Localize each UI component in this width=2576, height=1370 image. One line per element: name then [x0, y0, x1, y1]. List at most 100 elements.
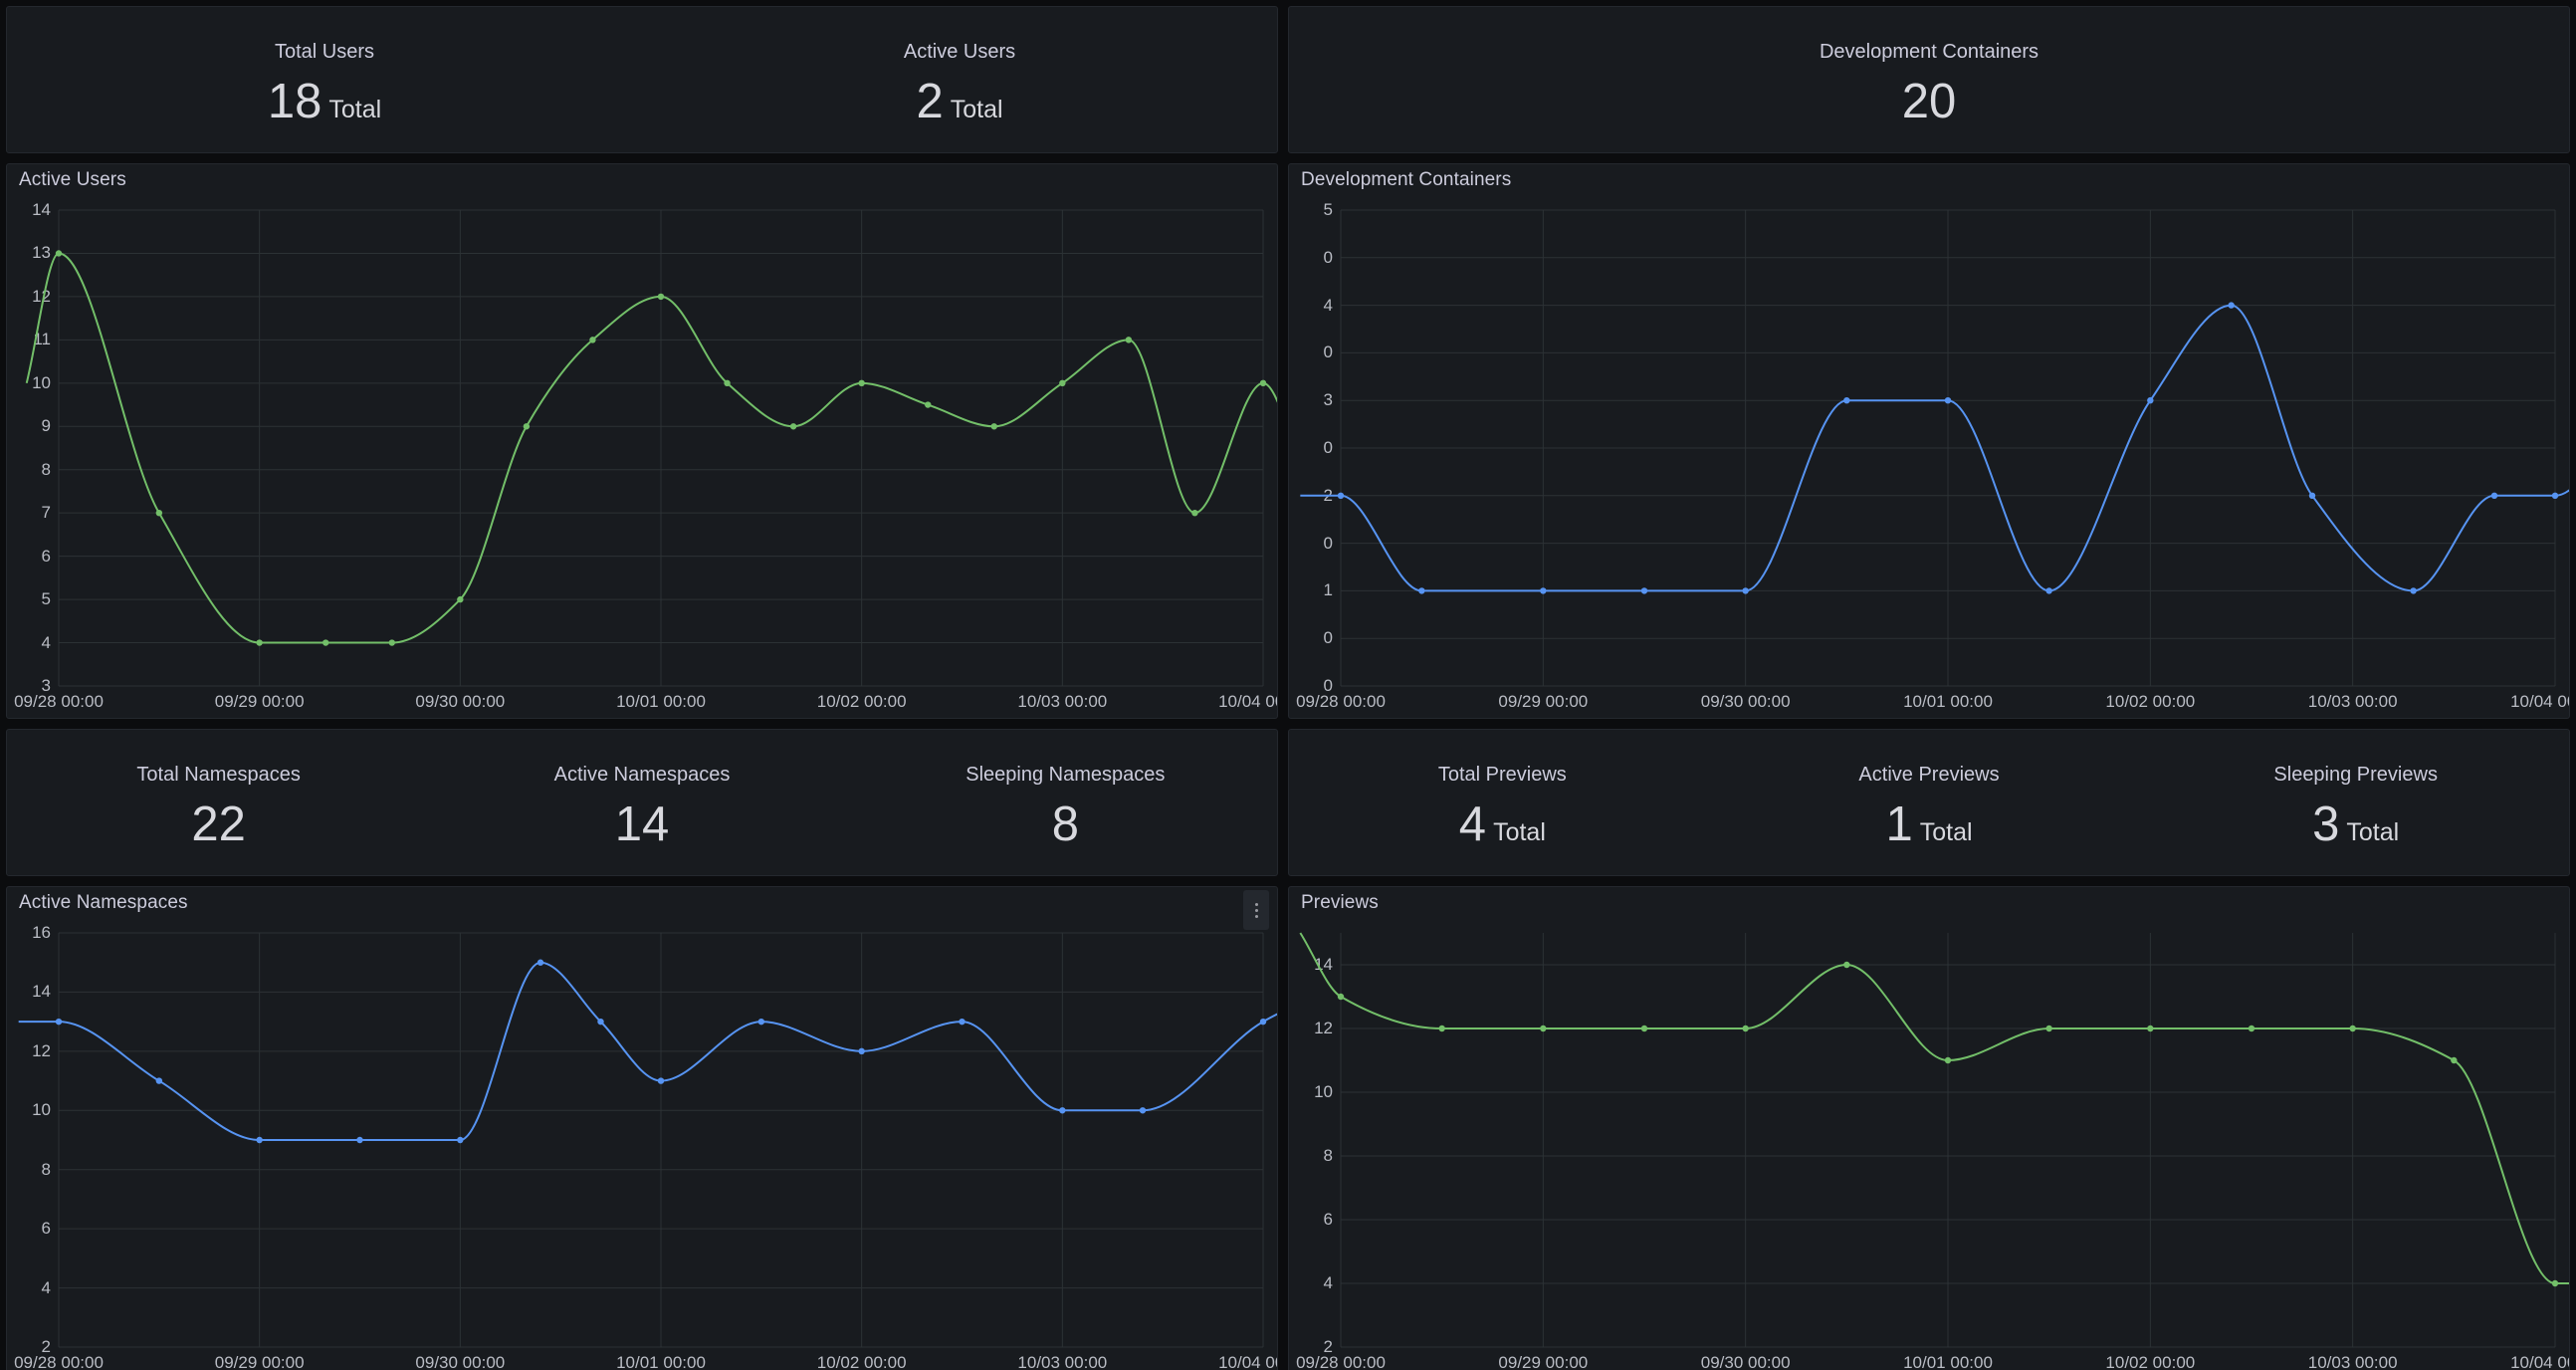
stat-cell[interactable]: Sleeping Namespaces 8: [854, 730, 1277, 875]
chart-body[interactable]: 5 0 4 0 3 0 2 0 1 0 0 09/28 00:00 09/29 00:00 09/30 0…: [1289, 196, 2569, 716]
data-point[interactable]: [1191, 509, 1198, 517]
x-axis-tick: 10/03 00:00: [1017, 692, 1108, 711]
data-point[interactable]: [2308, 492, 2316, 499]
chart-body[interactable]: 14 13 12 11 10 9 8 7 6 5 4 3 09/28 00:00 09/29 00:00 0…: [7, 196, 1277, 716]
stat-cell[interactable]: Active Users 2 Total: [642, 7, 1277, 152]
data-point[interactable]: [1540, 1025, 1547, 1032]
data-point[interactable]: [858, 1047, 865, 1055]
data-point[interactable]: [2551, 492, 2559, 499]
data-point[interactable]: [1139, 1107, 1147, 1114]
data-point[interactable]: [1843, 961, 1850, 969]
stat-label: Sleeping Namespaces: [966, 764, 1166, 786]
data-point[interactable]: [2410, 587, 2417, 594]
stat-cell[interactable]: Active Namespaces 14: [430, 730, 853, 875]
panel-title: Active Users: [19, 169, 126, 190]
data-point[interactable]: [256, 639, 263, 646]
data-point[interactable]: [55, 1018, 63, 1026]
chart-body[interactable]: 14 12 10 8 6 4 2 09/28 00:00 09/29 00:00 09/30 00…: [1289, 919, 2569, 1370]
data-point[interactable]: [55, 250, 63, 257]
data-point[interactable]: [858, 379, 865, 387]
stat-label: Active Namespaces: [553, 764, 731, 786]
kebab-dot: [1254, 908, 1258, 912]
x-axis-tick: 10/04 00:00: [1218, 692, 1277, 711]
data-point[interactable]: [1438, 1025, 1445, 1032]
stat-value: 2: [916, 75, 944, 128]
data-point[interactable]: [155, 509, 163, 517]
data-point[interactable]: [1259, 379, 1267, 387]
data-point[interactable]: [1337, 993, 1345, 1001]
data-point[interactable]: [2490, 492, 2498, 499]
chart-body[interactable]: 16 14 12 10 8 6 4 2 09/28 00:00 09/29 00:00 09/30 …: [7, 919, 1277, 1370]
panel-header: Active Users: [7, 164, 1277, 196]
data-point[interactable]: [1540, 587, 1547, 594]
stat-suffix: Total: [2346, 818, 2400, 846]
data-point[interactable]: [356, 1136, 363, 1144]
data-point[interactable]: [1418, 587, 1425, 594]
data-point[interactable]: [457, 595, 464, 603]
data-point[interactable]: [2045, 1025, 2052, 1032]
data-point[interactable]: [537, 959, 544, 966]
stat-value-wrapper: 18 Total: [268, 78, 381, 126]
data-point[interactable]: [589, 337, 596, 343]
data-point[interactable]: [1742, 587, 1749, 594]
stat-cell[interactable]: Development Containers 20: [1289, 7, 2569, 152]
data-point[interactable]: [789, 423, 797, 430]
data-point[interactable]: [1059, 379, 1066, 387]
stat-label: Total Users: [274, 41, 375, 63]
x-axis-tick: 10/03 00:00: [2307, 692, 2398, 711]
panel-devcontainers-stat: Development Containers 20: [1288, 6, 2570, 153]
data-point[interactable]: [1843, 397, 1850, 404]
data-point[interactable]: [2451, 1056, 2458, 1064]
panel-header: Active Namespaces: [7, 887, 1277, 930]
data-point[interactable]: [2147, 397, 2154, 404]
data-point[interactable]: [322, 639, 329, 646]
x-axis-tick: 10/01 00:00: [1903, 692, 1993, 711]
data-point[interactable]: [155, 1077, 163, 1084]
panel-devcontainers-chart: Development Containers 5 0 4 0 3 0 2 0 1 0 0 09/28 …: [1288, 163, 2570, 719]
data-point[interactable]: [2248, 1025, 2255, 1032]
stat-value-wrapper: 4 Total: [1459, 800, 1546, 849]
panel-active-users-chart: Active Users 14 13 12 11 10 9 8 7 6 5 4 3 09/28 00:0…: [6, 163, 1278, 719]
data-point[interactable]: [597, 1018, 604, 1026]
data-point[interactable]: [657, 293, 665, 301]
data-point[interactable]: [1337, 492, 1345, 499]
x-axis-tick: 10/04 00:00: [2510, 692, 2569, 711]
data-point[interactable]: [2551, 1279, 2559, 1287]
data-point[interactable]: [925, 401, 932, 408]
x-axis: 09/28 00:00 09/29 00:00 09/30 00:00 10/01 0…: [7, 1351, 1277, 1370]
data-point[interactable]: [1125, 337, 1133, 343]
data-point[interactable]: [2228, 302, 2235, 309]
data-point[interactable]: [523, 423, 531, 430]
stat-cell[interactable]: Total Users 18 Total: [7, 7, 642, 152]
data-point[interactable]: [256, 1136, 263, 1144]
data-point[interactable]: [2045, 587, 2052, 594]
stat-cell[interactable]: Total Namespaces 22: [7, 730, 430, 875]
x-axis-tick: 10/04 00:00: [1218, 1353, 1277, 1370]
x-axis-tick: 09/28 00:00: [1296, 692, 1386, 711]
x-axis-tick: 09/30 00:00: [415, 1353, 506, 1370]
stat-value: 22: [191, 798, 246, 851]
data-point[interactable]: [724, 379, 731, 387]
data-point[interactable]: [457, 1136, 464, 1144]
data-point[interactable]: [1059, 1107, 1066, 1114]
stat-cell[interactable]: Active Previews 1 Total: [1716, 730, 2143, 875]
data-point[interactable]: [2147, 1025, 2154, 1032]
data-point[interactable]: [1742, 1025, 1749, 1032]
data-point[interactable]: [959, 1018, 966, 1026]
data-point[interactable]: [1259, 1018, 1267, 1026]
data-point[interactable]: [990, 423, 997, 430]
data-point[interactable]: [2349, 1025, 2356, 1032]
data-point[interactable]: [1944, 397, 1952, 404]
stat-cell[interactable]: Total Previews 4 Total: [1289, 730, 1716, 875]
stat-cell[interactable]: Sleeping Previews 3 Total: [2142, 730, 2569, 875]
kebab-dot: [1254, 902, 1258, 906]
data-point[interactable]: [757, 1018, 765, 1026]
panel-active-namespaces-chart: Active Namespaces 16 14 12 10 8 6 4 2 09/28 00:0…: [6, 886, 1278, 1370]
stat-row-bottom: Total Namespaces 22 Active Namespaces 14 Sle…: [6, 729, 2570, 876]
data-point[interactable]: [1640, 587, 1648, 594]
data-point[interactable]: [1944, 1056, 1952, 1064]
data-point[interactable]: [657, 1077, 665, 1084]
data-point[interactable]: [388, 639, 395, 646]
stat-value-wrapper: 8: [1052, 800, 1079, 849]
data-point[interactable]: [1640, 1025, 1648, 1032]
